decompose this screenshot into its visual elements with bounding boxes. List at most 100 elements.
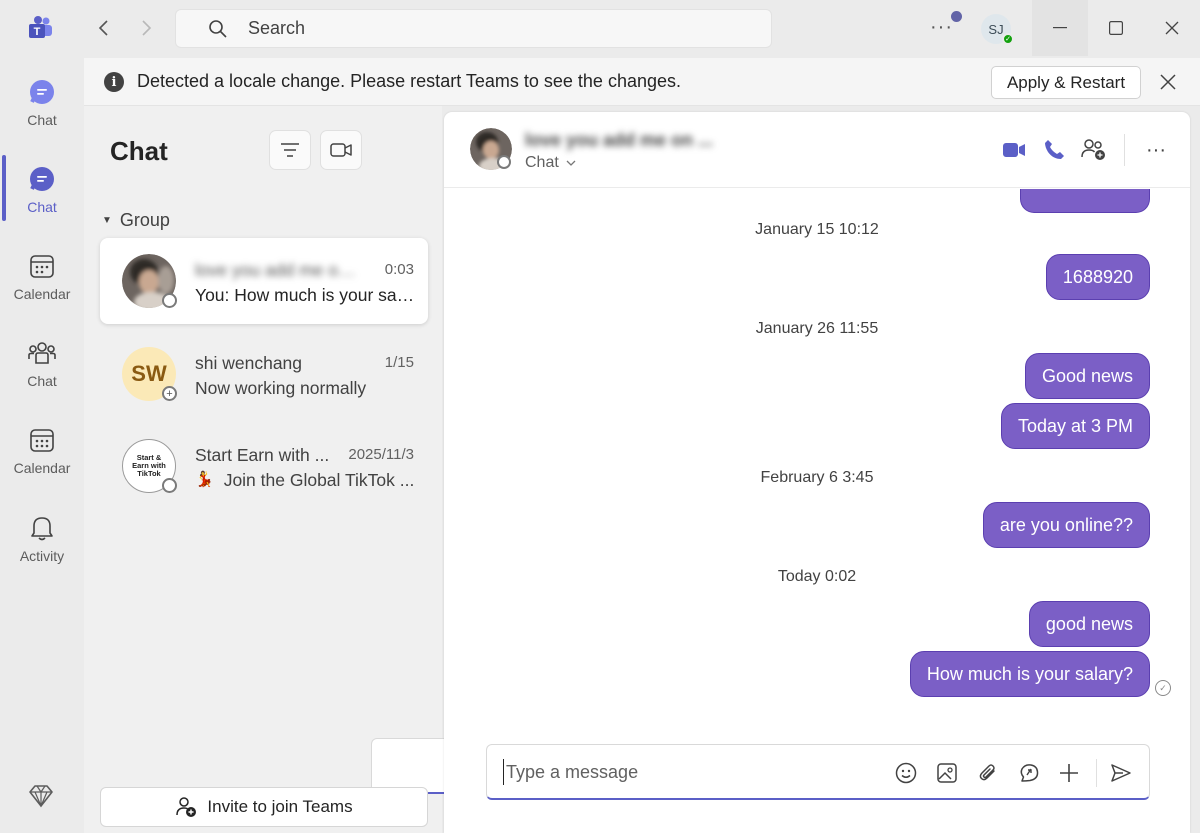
more-options-icon[interactable]: ··· (1142, 136, 1170, 164)
conversation-header: love you add me on ... Chat ··· (444, 112, 1190, 188)
meet-now-button[interactable] (320, 130, 362, 170)
message-timestamp: February 6 3:45 (760, 469, 874, 486)
conversation-title[interactable]: love you add me on ... (525, 130, 713, 151)
offline-status-icon (497, 155, 511, 169)
message-timestamp: Today 0:02 (777, 568, 857, 585)
group-section-header[interactable]: ▼ Group (102, 210, 170, 231)
send-icon[interactable] (1109, 761, 1133, 785)
video-camera-icon (1003, 143, 1025, 157)
app-rail: Chat Chat Calendar Chat Calendar Activit… (0, 56, 84, 833)
message-list[interactable]: January 15 10:12 1688920 January 26 11:5… (444, 189, 1190, 729)
chat-item-time: 0:03 (384, 261, 414, 278)
video-camera-icon (330, 143, 352, 157)
banner-message: Detected a locale change. Please restart… (137, 71, 681, 91)
chat-item-time: 1/15 (384, 354, 414, 371)
rail-item-label: Calendar (13, 460, 71, 476)
info-icon: i (104, 72, 124, 92)
loop-compose-icon[interactable] (1017, 761, 1041, 785)
chat-item-preview: Now working normally (195, 378, 367, 398)
svg-text:T: T (34, 26, 41, 38)
teams-logo-icon[interactable]: T (26, 14, 54, 42)
chat-list-title: Chat (110, 136, 168, 166)
rail-item-chat[interactable]: Chat (0, 70, 84, 146)
message-bubble[interactable]: Good news (1024, 353, 1150, 399)
chat-item-preview: You: How much is your sala... (195, 285, 417, 305)
chat-bubble-icon (26, 76, 58, 108)
message-timestamp: January 15 10:12 (755, 221, 879, 238)
video-call-button[interactable] (1000, 136, 1028, 164)
locale-banner: i Detected a locale change. Please resta… (84, 58, 1200, 106)
rail-item-calendar-2[interactable]: Calendar (0, 418, 84, 494)
message-bubble[interactable]: are you online?? (982, 502, 1150, 548)
group-label: Group (119, 210, 170, 230)
teams-icon (26, 337, 58, 369)
emoji-icon[interactable] (894, 761, 918, 785)
message-input[interactable] (503, 759, 863, 785)
rail-item-label: Chat (27, 112, 57, 128)
rail-item-label: Calendar (13, 286, 71, 302)
rail-item-activity[interactable]: Activity (0, 506, 84, 582)
title-bar: T ··· SJ ✓ (0, 0, 1200, 56)
conversation-pane: love you add me on ... Chat ··· January … (444, 112, 1190, 833)
chat-list-item[interactable]: Start & Earn with TikTok Start Earn with… (100, 423, 428, 509)
image-icon[interactable] (935, 761, 959, 785)
rail-item-label: Chat (27, 199, 57, 215)
offline-status-icon (162, 293, 177, 308)
header-divider (1124, 134, 1125, 166)
banner-close-icon[interactable] (1156, 70, 1180, 94)
invite-label: Invite to join Teams (207, 797, 353, 816)
message-timestamp: January 26 11:55 (755, 320, 879, 337)
invite-to-teams-button[interactable]: Invite to join Teams (100, 787, 428, 827)
offline-status-icon (162, 478, 177, 493)
message-bubble[interactable]: How much is your salary? (909, 651, 1150, 697)
back-arrow-icon[interactable] (90, 14, 118, 42)
rail-item-chat-active[interactable]: Chat (0, 157, 84, 233)
chat-item-preview-row: 💃 Join the Global TikTok ... (195, 470, 417, 491)
chevron-down-icon (566, 158, 576, 169)
forward-arrow-icon[interactable] (132, 14, 160, 42)
caret-down-icon: ▼ (102, 215, 112, 226)
minimize-button[interactable] (1032, 0, 1088, 56)
person-add-icon (176, 797, 197, 817)
message-bubble[interactable]: good news (1028, 601, 1150, 647)
dancer-emoji-icon: 💃 (195, 471, 214, 488)
conversation-subtitle: Chat (525, 154, 559, 171)
chat-list-item[interactable]: love you add me on ... 0:03 You: How muc… (100, 238, 428, 324)
rail-item-teams[interactable]: Chat (0, 331, 84, 407)
filter-button[interactable] (269, 130, 311, 170)
add-status-icon: + (162, 386, 177, 401)
phone-icon (1045, 140, 1064, 159)
notification-dot (951, 11, 962, 22)
calendar-icon (26, 250, 58, 282)
people-button[interactable] (1080, 136, 1108, 164)
search-box[interactable] (175, 9, 772, 48)
message-bubble-partial[interactable] (1020, 189, 1150, 213)
attach-paperclip-icon[interactable] (976, 761, 1000, 785)
chat-tab-dropdown[interactable]: Chat (525, 154, 576, 172)
apply-restart-button[interactable]: Apply & Restart (991, 66, 1141, 99)
read-receipt-check-icon: ✓ (1155, 680, 1171, 696)
search-input[interactable] (248, 18, 648, 39)
message-bubble[interactable]: Today at 3 PM (1000, 403, 1150, 449)
compose-divider (1096, 759, 1097, 787)
chat-item-preview: Join the Global TikTok ... (223, 470, 415, 490)
calendar-icon (26, 424, 58, 456)
bell-icon (26, 512, 58, 544)
search-icon (209, 19, 227, 38)
maximize-button[interactable] (1088, 0, 1144, 56)
rail-item-calendar[interactable]: Calendar (0, 244, 84, 320)
compose-box[interactable] (486, 744, 1150, 800)
audio-call-button[interactable] (1040, 136, 1068, 164)
chat-item-name: Start Earn with ... (195, 445, 330, 465)
chat-list-pane: Chat ▼ Group love you add me on ... 0:03… (84, 106, 1035, 833)
message-bubble[interactable]: 1688920 (1045, 254, 1150, 300)
chat-item-name: love you add me on ... (195, 260, 365, 280)
window-close-button[interactable] (1144, 0, 1200, 56)
plus-icon[interactable] (1057, 761, 1081, 785)
people-add-icon (1081, 139, 1105, 160)
chat-list-item[interactable]: SW + shi wenchang 1/15 Now working norma… (100, 331, 428, 417)
chat-bubble-icon (26, 163, 58, 195)
rail-item-label: Chat (27, 373, 57, 389)
premium-diamond-icon[interactable] (27, 782, 55, 810)
filter-icon (281, 143, 299, 157)
